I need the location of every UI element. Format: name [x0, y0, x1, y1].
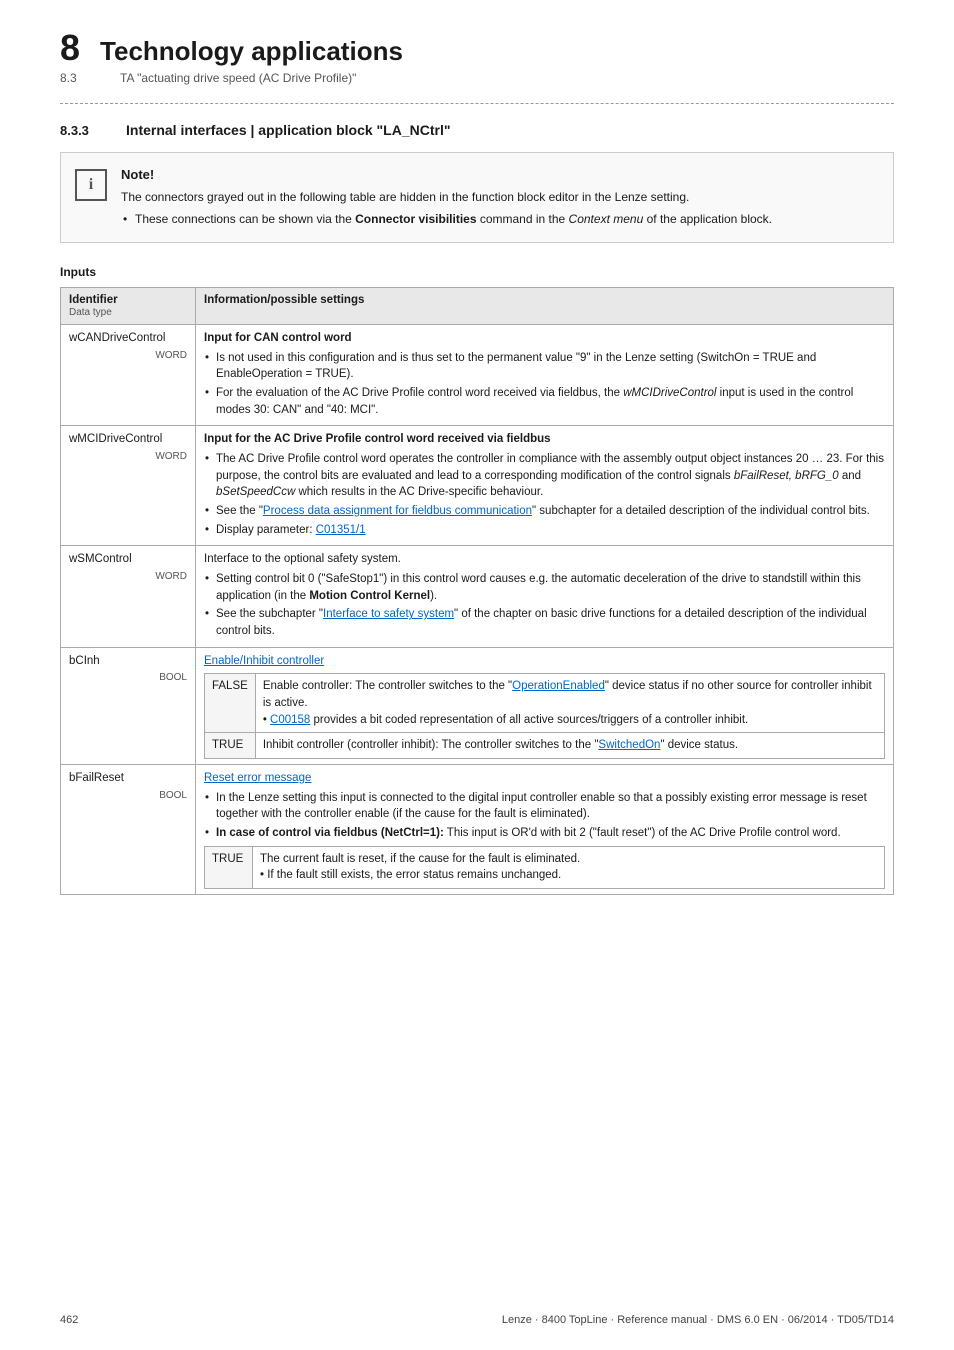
wmci-bullet2: See the "Process data assignment for fie… — [204, 503, 885, 520]
link-process-data[interactable]: Process data assignment for fieldbus com… — [263, 505, 532, 517]
bfailreset-true-label: TRUE — [205, 846, 253, 888]
dtype-wcan: WORD — [69, 349, 187, 364]
wcan-main: Input for CAN control word — [204, 330, 885, 347]
inputs-table: Identifier Data type Information/possibl… — [60, 287, 894, 895]
bfailreset-sub-table: TRUE The current fault is reset, if the … — [204, 846, 885, 889]
info-cell-wmci: Input for the AC Drive Profile control w… — [196, 426, 894, 546]
page: 8 Technology applications 8.3 TA "actuat… — [0, 0, 954, 1350]
note-bullet1-italic: Context menu — [569, 212, 644, 226]
bfailreset-bullets: In the Lenze setting this input is conne… — [204, 790, 885, 842]
note-bullet1-end: of the application block. — [643, 212, 772, 226]
table-row: TRUE Inhibit controller (controller inhi… — [205, 733, 885, 759]
subsection-num: 8.3.3 — [60, 123, 110, 138]
section-title: TA "actuating drive speed (AC Drive Prof… — [120, 71, 356, 85]
info-icon: i — [75, 169, 107, 201]
id-name-bfailreset: bFailReset — [69, 772, 124, 784]
chapter-number: 8 — [60, 30, 80, 66]
wcan-bullets: Is not used in this configuration and is… — [204, 350, 885, 419]
link-switched-on[interactable]: SwitchedOn — [598, 739, 660, 751]
info-cell-bcinh: Enable/Inhibit controller FALSE Enable c… — [196, 647, 894, 764]
col-info-header: Information/possible settings — [196, 288, 894, 325]
divider — [60, 103, 894, 104]
dtype-wmci: WORD — [69, 450, 187, 465]
info-cell-wsm: Interface to the optional safety system.… — [196, 546, 894, 647]
wmci-bullets: The AC Drive Profile control word operat… — [204, 451, 885, 538]
wsm-bullet2: See the subchapter "Interface to safety … — [204, 606, 885, 639]
identifier-cell-bfailreset: bFailReset BOOL — [61, 765, 196, 895]
chapter-title: Technology applications — [100, 36, 403, 67]
identifier-cell-wcan: wCANDriveControl WORD — [61, 325, 196, 426]
wsm-bullet1: Setting control bit 0 ("SafeStop1") in t… — [204, 571, 885, 604]
link-operation-enabled[interactable]: OperationEnabled — [512, 680, 605, 692]
dtype-wsm: WORD — [69, 570, 187, 585]
note-bullet1-mid: command in the — [477, 212, 569, 226]
bcinh-false-text: Enable controller: The controller switch… — [255, 674, 884, 733]
table-row: bFailReset BOOL Reset error message In t… — [61, 765, 894, 895]
bcinh-true-label: TRUE — [205, 733, 256, 759]
wsm-bullets: Setting control bit 0 ("SafeStop1") in t… — [204, 571, 885, 640]
page-footer: 462 Lenze · 8400 TopLine · Reference man… — [0, 1314, 954, 1326]
wcan-bullet2: For the evaluation of the AC Drive Profi… — [204, 385, 885, 418]
wmci-main: Input for the AC Drive Profile control w… — [204, 431, 885, 448]
note-bullet-1: These connections can be shown via the C… — [121, 210, 772, 228]
info-cell-wcan: Input for CAN control word Is not used i… — [196, 325, 894, 426]
table-row: TRUE The current fault is reset, if the … — [205, 846, 885, 888]
bfailreset-main-link: Reset error message — [204, 770, 885, 787]
footer-right: Lenze · 8400 TopLine · Reference manual … — [502, 1314, 894, 1326]
identifier-cell-wmci: wMCIDriveControl WORD — [61, 426, 196, 546]
table-row: wMCIDriveControl WORD Input for the AC D… — [61, 426, 894, 546]
wmci-bullet1: The AC Drive Profile control word operat… — [204, 451, 885, 501]
id-name-bcinh: bCInh — [69, 655, 100, 667]
table-row: bCInh BOOL Enable/Inhibit controller FAL… — [61, 647, 894, 764]
bcinh-true-text: Inhibit controller (controller inhibit):… — [255, 733, 884, 759]
note-title: Note! — [121, 167, 772, 182]
section-num: 8.3 — [60, 71, 100, 85]
link-reset-error[interactable]: Reset error message — [204, 772, 311, 784]
wcan-bullet1: Is not used in this configuration and is… — [204, 350, 885, 383]
identifier-cell-wsm: wSMControl WORD — [61, 546, 196, 647]
note-bullet1-pre: These connections can be shown via the — [135, 212, 355, 226]
note-bullet1-bold: Connector visibilities — [355, 212, 476, 226]
chapter-header: 8 Technology applications — [60, 30, 894, 67]
inputs-label: Inputs — [60, 265, 894, 279]
bcinh-main-link: Enable/Inhibit controller — [204, 653, 885, 670]
id-name-wsm: wSMControl — [69, 553, 132, 565]
subsection-title: Internal interfaces | application block … — [126, 122, 450, 138]
note-main-text: The connectors grayed out in the followi… — [121, 188, 772, 206]
info-cell-bfailreset: Reset error message In the Lenze setting… — [196, 765, 894, 895]
note-box: i Note! The connectors grayed out in the… — [60, 152, 894, 243]
bfailreset-bullet2: In case of control via fieldbus (NetCtrl… — [204, 825, 885, 842]
id-name-wcan: wCANDriveControl — [69, 332, 166, 344]
table-row: FALSE Enable controller: The controller … — [205, 674, 885, 733]
link-c01351[interactable]: C01351/1 — [316, 524, 366, 536]
dtype-bfailreset: BOOL — [69, 789, 187, 804]
link-enable-inhibit[interactable]: Enable/Inhibit controller — [204, 655, 324, 667]
wmci-bullet3: Display parameter: C01351/1 — [204, 522, 885, 539]
dtype-bcinh: BOOL — [69, 671, 187, 686]
bcinh-sub-table: FALSE Enable controller: The controller … — [204, 673, 885, 759]
wsm-main: Interface to the optional safety system. — [204, 551, 885, 568]
link-c00158[interactable]: C00158 — [270, 714, 310, 726]
bfailreset-bullet1: In the Lenze setting this input is conne… — [204, 790, 885, 823]
link-safety-system[interactable]: Interface to safety system — [323, 608, 454, 620]
note-content: Note! The connectors grayed out in the f… — [121, 167, 772, 228]
col-identifier-header: Identifier Data type — [61, 288, 196, 325]
subsection-header: 8.3.3 Internal interfaces | application … — [60, 122, 894, 138]
bcinh-false-label: FALSE — [205, 674, 256, 733]
table-row: wCANDriveControl WORD Input for CAN cont… — [61, 325, 894, 426]
id-name-wmci: wMCIDriveControl — [69, 433, 162, 445]
section-line: 8.3 TA "actuating drive speed (AC Drive … — [60, 71, 894, 85]
table-row: wSMControl WORD Interface to the optiona… — [61, 546, 894, 647]
bfailreset-true-text: The current fault is reset, if the cause… — [253, 846, 885, 888]
identifier-cell-bcinh: bCInh BOOL — [61, 647, 196, 764]
page-number: 462 — [60, 1314, 78, 1326]
